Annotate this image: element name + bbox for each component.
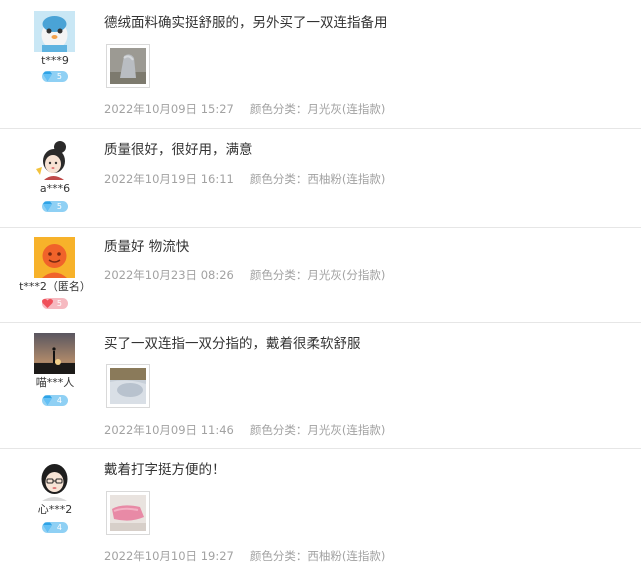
review-meta: 2022年10月23日 08:26 颜色分类：月光灰(分指款) [104, 268, 385, 282]
cartoon-glasses-girl-avatar-icon [34, 460, 75, 501]
user-level-number: 5 [56, 202, 62, 211]
review-item: t***2（匿名） 5 质量好 物流快 2022年10月23日 08:26 颜色分… [0, 227, 641, 322]
user-level-badge: 5 [42, 201, 68, 212]
review-item: 喵***人 4 买了一双连指一双分指的，戴着很柔软舒服 2022年10月09日 … [0, 322, 641, 448]
review-text: 买了一双连指一双分指的，戴着很柔软舒服 [104, 336, 361, 352]
review-photo[interactable] [106, 491, 150, 535]
review-photo[interactable] [106, 44, 150, 88]
username: a***6 [39, 182, 71, 195]
user-level-number: 5 [56, 299, 62, 308]
review-meta: 2022年10月09日 11:46 颜色分类：月光灰(连指款) [104, 423, 385, 437]
pink-glove-photo-icon [110, 495, 146, 531]
glove-on-bed-photo-icon [110, 368, 146, 404]
orange-default-avatar-icon [34, 237, 75, 278]
avatar[interactable] [34, 139, 75, 180]
sunset-silhouette-avatar-icon [34, 333, 75, 374]
review-item: t***9 5 德绒面料确实挺舒服的，另外买了一双连指备用 2022年10月09… [0, 0, 641, 128]
user-level-badge: 5 [42, 71, 68, 82]
diamond-icon [43, 522, 52, 532]
review-text: 德绒面料确实挺舒服的，另外买了一双连指备用 [104, 15, 388, 31]
review-text: 戴着打字挺方便的！ [104, 462, 226, 478]
user-level-badge: 5 [42, 298, 68, 309]
diamond-icon [43, 395, 52, 405]
user-level-badge: 4 [42, 395, 68, 406]
review-text: 质量好 物流快 [104, 239, 190, 255]
diamond-icon [43, 201, 52, 211]
cartoon-girl-avatar-icon [34, 139, 75, 180]
user-level-number: 5 [56, 72, 62, 81]
review-spec: 颜色分类：月光灰(连指款) [249, 423, 386, 437]
review-date: 2022年10月10日 19:27 [104, 549, 234, 563]
review-meta: 2022年10月19日 16:11 颜色分类：西柚粉(连指款) [104, 172, 385, 186]
review-item: 心***2 4 戴着打字挺方便的！ 2022年10月10日 19:27 颜色分类：… [0, 448, 641, 566]
review-text: 质量很好，很好用，满意 [104, 142, 253, 158]
review-date: 2022年10月09日 15:27 [104, 102, 234, 116]
user-level-badge: 4 [42, 522, 68, 533]
avatar[interactable] [34, 237, 75, 278]
username: 喵***人 [35, 376, 75, 389]
review-spec: 颜色分类：月光灰(分指款) [249, 268, 386, 282]
heart-icon [42, 298, 53, 308]
username: t***9 [41, 54, 69, 67]
username: t***2（匿名） [19, 280, 91, 293]
review-item: a***6 5 质量很好，很好用，满意 2022年10月19日 16:11 颜色分… [0, 128, 641, 227]
user-level-number: 4 [56, 523, 62, 532]
user-level-number: 4 [56, 396, 62, 405]
diamond-icon [43, 71, 52, 81]
review-photo[interactable] [106, 364, 150, 408]
avatar[interactable] [34, 460, 75, 501]
review-meta: 2022年10月09日 15:27 颜色分类：月光灰(连指款) [104, 102, 385, 116]
review-date: 2022年10月19日 16:11 [104, 172, 234, 186]
avatar[interactable] [34, 11, 75, 52]
review-date: 2022年10月23日 08:26 [104, 268, 234, 282]
avatar[interactable] [34, 333, 75, 374]
cartoon-penguin-avatar-icon [34, 11, 75, 52]
review-meta: 2022年10月10日 19:27 颜色分类：西柚粉(连指款) [104, 549, 385, 563]
review-spec: 颜色分类：西柚粉(连指款) [249, 172, 386, 186]
review-date: 2022年10月09日 11:46 [104, 423, 234, 437]
review-spec: 颜色分类：月光灰(连指款) [249, 102, 386, 116]
username: 心***2 [37, 503, 73, 516]
review-spec: 颜色分类：西柚粉(连指款) [249, 549, 386, 563]
gray-glove-photo-icon [110, 48, 146, 84]
